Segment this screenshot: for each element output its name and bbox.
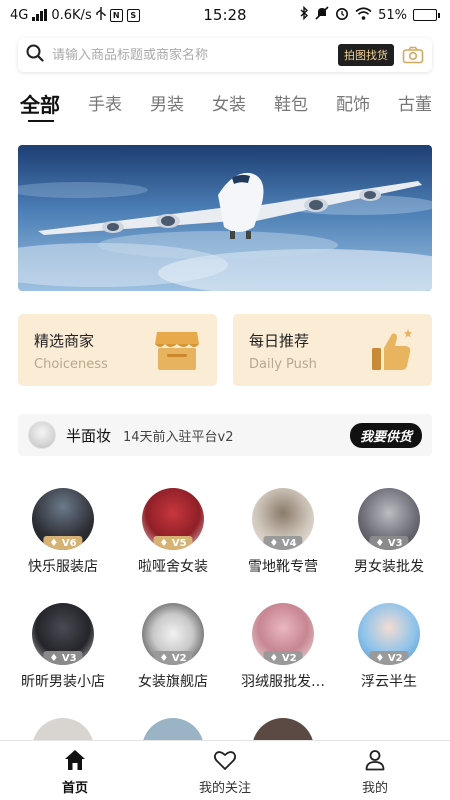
tab-all[interactable]: 全部	[20, 92, 60, 126]
photo-search-button[interactable]: 拍图找货	[338, 44, 394, 66]
home-icon	[63, 748, 87, 772]
notice-text: 14天前入驻平台v2	[123, 429, 234, 445]
shop-avatar: ♦ V2	[358, 603, 420, 665]
featured-merchants-card[interactable]: 精选商家 Choiceness	[18, 314, 217, 386]
nav-label: 首页	[61, 781, 88, 796]
search-bar[interactable]: 拍图找货	[18, 38, 432, 72]
merchant-name: 半面妆	[66, 426, 112, 445]
shop-avatar: ♦ V3	[358, 488, 420, 550]
tab-womenswear[interactable]: 女装	[212, 92, 246, 126]
new-merchant-notice: 半面妆 14天前入驻平台v2 我要供货	[18, 414, 432, 456]
shop-avatar: ♦ V5	[142, 488, 204, 550]
nav-profile[interactable]: 我的	[300, 741, 450, 800]
level-badge: ♦ V4	[263, 536, 303, 550]
shop-name: 快乐服装店	[28, 559, 98, 575]
level-badge: ♦ V2	[369, 651, 409, 665]
heart-icon	[213, 748, 237, 772]
battery-percent: 51%	[378, 7, 407, 23]
user-icon	[363, 748, 387, 772]
wifi-icon	[355, 6, 372, 24]
status-bar: 4G 0.6K/s N S 15:28 51%	[0, 0, 450, 30]
shop-item[interactable]: ♦ V2 羽绒服批发…	[227, 603, 339, 691]
daily-push-card[interactable]: 每日推荐 Daily Push	[233, 314, 432, 386]
network-type: 4G	[10, 7, 29, 23]
shop-name: 雪地靴专营	[248, 559, 318, 575]
category-tabs: 全部 手表 男装 女装 鞋包 配饰 古董	[20, 92, 450, 126]
level-badge: ♦ V3	[43, 651, 83, 665]
nav-following[interactable]: 我的关注	[150, 741, 300, 800]
sim-icon: S	[126, 8, 140, 22]
airplane-banner-image	[18, 145, 432, 291]
bottom-nav: 首页 我的关注 我的	[0, 740, 450, 800]
shop-item[interactable]: ♦ V2 浮云半生	[333, 603, 445, 691]
level-badge: ♦ V2	[153, 651, 193, 665]
shop-avatar: ♦ V4	[252, 488, 314, 550]
level-badge: ♦ V3	[369, 536, 409, 550]
shop-avatar: ♦ V2	[142, 603, 204, 665]
shop-name: 昕昕男装小店	[21, 674, 105, 690]
shop-item[interactable]: ♦ V6 快乐服装店	[7, 488, 119, 576]
shop-name: 女装旗舰店	[138, 674, 208, 690]
avatar	[28, 421, 56, 449]
supply-goods-button[interactable]: 我要供货	[349, 422, 422, 448]
tab-watches[interactable]: 手表	[88, 92, 122, 126]
bluetooth-icon	[300, 5, 309, 24]
shop-name: 啦哑舍女装	[138, 559, 208, 575]
shop-name: 羽绒服批发…	[241, 674, 325, 690]
mute-icon	[315, 6, 329, 24]
shop-avatar: ♦ V6	[32, 488, 94, 550]
signal-icon	[32, 9, 48, 21]
tab-menswear[interactable]: 男装	[150, 92, 184, 126]
tab-antiques[interactable]: 古董	[398, 92, 432, 126]
tab-accessories[interactable]: 配饰	[336, 92, 370, 126]
shop-item[interactable]: ♦ V2 女装旗舰店	[117, 603, 229, 691]
nav-home[interactable]: 首页	[0, 741, 150, 800]
network-speed: 0.6K/s	[51, 7, 92, 23]
shop-icon	[153, 328, 201, 372]
level-badge: ♦ V2	[263, 651, 303, 665]
shop-item[interactable]: ♦ V3 男女装批发	[333, 488, 445, 576]
search-icon	[26, 44, 44, 66]
usb-icon	[96, 6, 106, 24]
alarm-icon	[335, 6, 349, 24]
shop-item[interactable]: ♦ V4 雪地靴专营	[227, 488, 339, 576]
camera-icon[interactable]	[402, 46, 424, 64]
battery-icon	[413, 9, 440, 21]
shop-avatar: ♦ V3	[32, 603, 94, 665]
level-badge: ♦ V5	[153, 536, 193, 550]
nfc-icon: N	[109, 8, 123, 22]
shop-name: 男女装批发	[354, 559, 424, 575]
shop-item[interactable]: ♦ V5 啦哑舍女装	[117, 488, 229, 576]
promo-banner[interactable]	[18, 145, 432, 291]
nav-label: 我的关注	[198, 781, 251, 796]
shop-item[interactable]: ♦ V3 昕昕男装小店	[7, 603, 119, 691]
level-badge: ♦ V6	[43, 536, 83, 550]
tab-shoes-bags[interactable]: 鞋包	[274, 92, 308, 126]
search-input[interactable]	[52, 47, 338, 63]
shop-name: 浮云半生	[361, 674, 417, 690]
thumbs-up-icon	[368, 328, 416, 372]
nav-label: 我的	[361, 781, 388, 796]
shop-avatar: ♦ V2	[252, 603, 314, 665]
